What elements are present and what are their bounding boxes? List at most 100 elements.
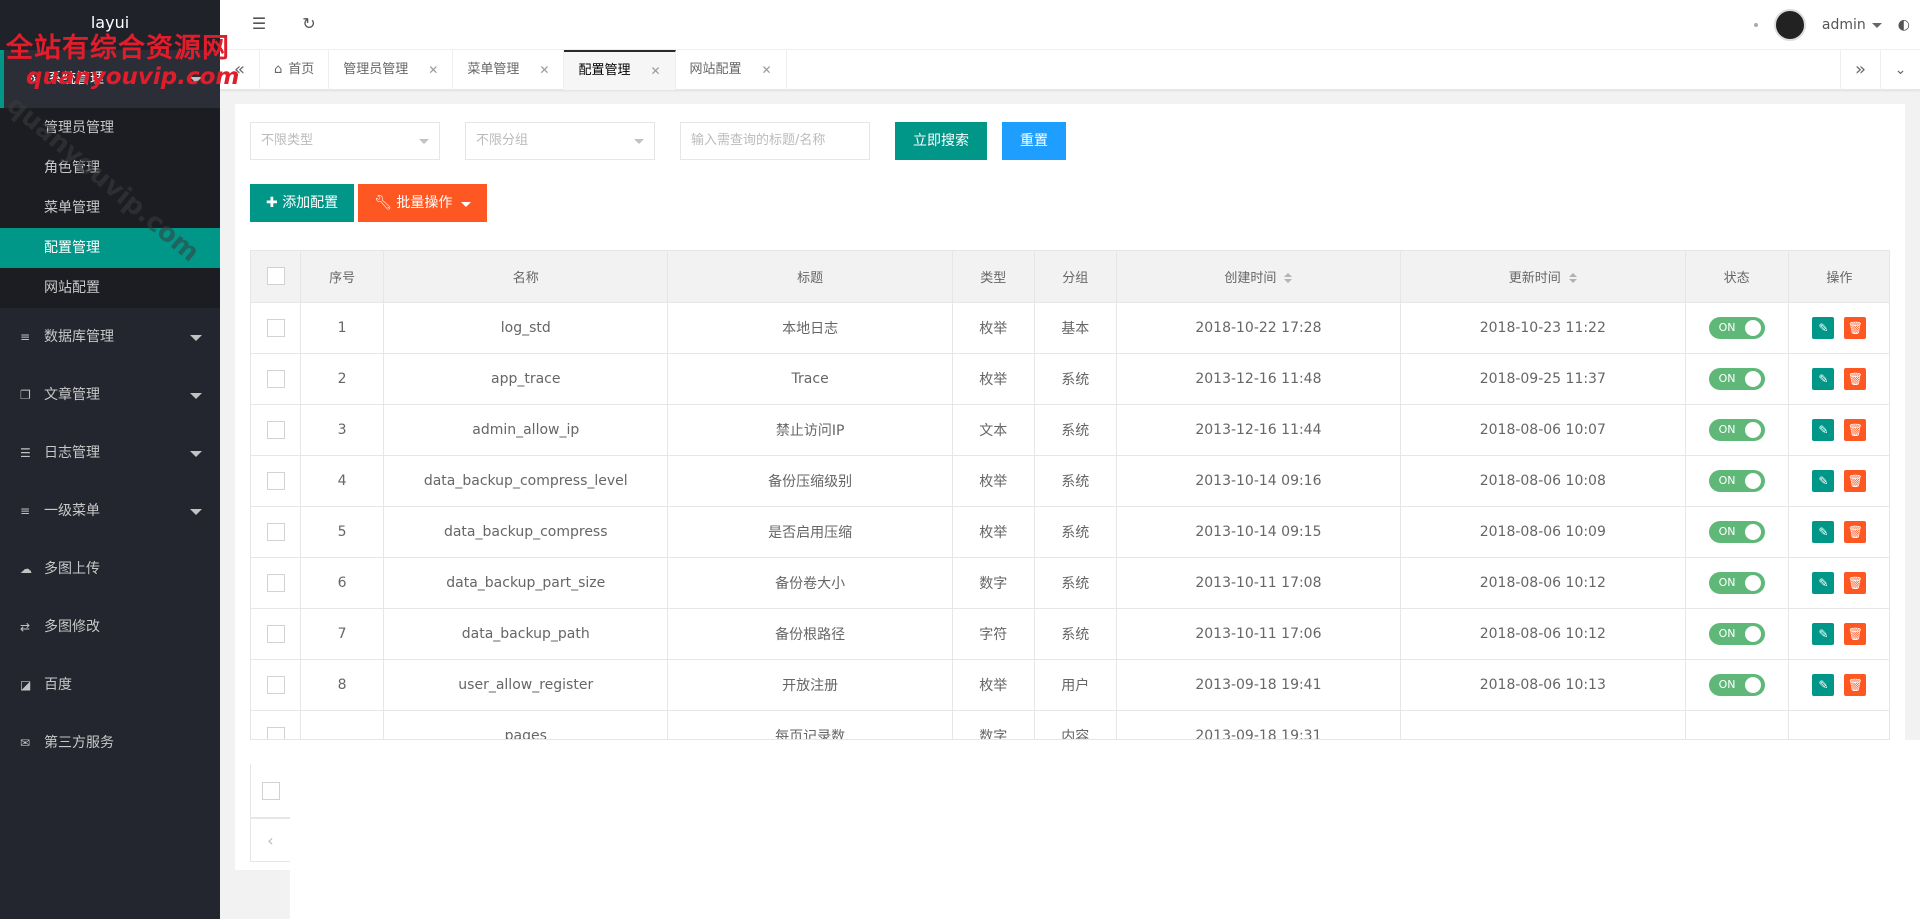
row-checkbox[interactable] — [251, 455, 302, 507]
search-button[interactable]: 立即搜索 — [895, 122, 987, 160]
edit-icon[interactable]: ✎ — [1812, 367, 1835, 390]
trash-icon[interactable]: 🗑︎ — [1844, 469, 1867, 492]
sidebar-item[interactable]: ⇄ 多图修改 — [0, 598, 220, 656]
checkbox[interactable] — [266, 624, 285, 643]
close-icon[interactable]: ✕ — [762, 50, 772, 90]
sidebar-item[interactable]: ✉ 第三方服务 — [0, 714, 220, 772]
toggle-knob — [1744, 421, 1761, 438]
trash-icon[interactable]: 🗑︎ — [1844, 673, 1867, 696]
sidebar-item[interactable]: ☁ 多图上传 — [0, 540, 220, 598]
sidebar-subitem[interactable]: 网站配置 — [0, 268, 220, 308]
trash-icon[interactable]: 🗑︎ — [1844, 622, 1867, 645]
plus-icon: ✚ — [266, 195, 283, 211]
sidebar-item-label: 多图上传 — [44, 561, 100, 577]
checkbox[interactable] — [266, 522, 285, 541]
tab-label: 菜单管理 — [467, 62, 520, 77]
tab-menu-chevron-icon[interactable]: ⌄ — [1880, 50, 1920, 90]
group-select[interactable]: 不限分组 — [465, 122, 655, 160]
row-checkbox[interactable] — [251, 506, 302, 558]
close-icon[interactable]: ✕ — [428, 50, 438, 90]
trash-icon[interactable]: 🗑︎ — [1844, 418, 1867, 441]
edit-icon[interactable]: ✎ — [1812, 571, 1835, 594]
checkbox[interactable] — [266, 726, 285, 739]
add-config-button[interactable]: ✚ 添加配置 — [250, 184, 355, 222]
edit-icon[interactable]: ✎ — [1812, 316, 1835, 339]
copy-icon: ❐ — [20, 388, 31, 402]
menu-toggle-icon[interactable]: ☰ — [248, 14, 270, 33]
tab-item[interactable]: 管理员管理 ✕ — [329, 50, 454, 90]
pager-prev-icon[interactable]: ‹ — [250, 818, 290, 862]
sidebar-item[interactable]: ≡ 一级菜单 — [0, 482, 220, 540]
tab-item[interactable]: 菜单管理 ✕ — [453, 50, 565, 90]
status-toggle[interactable]: ON — [1708, 622, 1765, 645]
edit-icon[interactable]: ✎ — [1812, 469, 1835, 492]
status-toggle[interactable]: ON — [1708, 673, 1765, 696]
cell-status: ON — [1685, 506, 1789, 558]
status-toggle[interactable]: ON — [1708, 367, 1765, 390]
row-checkbox[interactable] — [251, 353, 302, 405]
trash-icon[interactable]: 🗑︎ — [1844, 316, 1867, 339]
row-checkbox[interactable] — [251, 659, 302, 711]
checkbox[interactable] — [266, 471, 285, 490]
row-checkbox[interactable] — [251, 302, 302, 354]
sidebar-item[interactable]: ◪ 百度 — [0, 656, 220, 714]
row-checkbox[interactable] — [251, 404, 302, 456]
batch-operation-button[interactable]: 🔧︎ 批量操作 — [358, 184, 487, 222]
checkbox[interactable] — [266, 420, 285, 439]
cell-id: 8 — [300, 659, 385, 711]
cell-name: user_allow_register — [383, 659, 669, 711]
reset-button[interactable]: 重置 — [1002, 122, 1066, 160]
tab-item[interactable]: ⌂ 首页 — [260, 50, 330, 90]
close-icon[interactable]: ✕ — [650, 52, 660, 90]
notice-dot-icon[interactable] — [1753, 23, 1758, 27]
status-toggle[interactable]: ON — [1708, 571, 1765, 594]
cell-group: 系统 — [1034, 608, 1117, 660]
cell-type: 枚举 — [952, 506, 1035, 558]
theme-palette-icon[interactable]: ◐ — [1898, 17, 1910, 33]
status-toggle[interactable]: ON — [1708, 418, 1765, 441]
edit-icon[interactable]: ✎ — [1812, 418, 1835, 441]
edit-icon[interactable]: ✎ — [1812, 622, 1835, 645]
status-toggle[interactable]: ON — [1708, 316, 1765, 339]
edit-icon[interactable]: ✎ — [1812, 673, 1835, 696]
status-toggle[interactable]: ON — [1708, 520, 1765, 543]
avatar[interactable] — [1773, 9, 1806, 41]
tab-item[interactable]: 配置管理 ✕ — [564, 50, 676, 90]
user-menu[interactable]: admin — [1822, 17, 1882, 33]
row-checkbox[interactable] — [251, 710, 302, 739]
row-checkbox[interactable] — [251, 557, 302, 609]
tab-item[interactable]: 网站配置 ✕ — [676, 50, 787, 90]
sidebar-item[interactable]: ☰ 日志管理 — [0, 424, 220, 482]
add-config-label: 添加配置 — [282, 195, 339, 211]
table-row-checkbox-stub[interactable] — [250, 764, 290, 818]
tab-scroll-right-icon[interactable]: » — [1840, 50, 1880, 90]
cell-name: log_std — [383, 302, 669, 354]
cell-updated: 2018-08-06 10:13 — [1400, 659, 1686, 711]
trash-icon[interactable]: 🗑︎ — [1844, 520, 1867, 543]
sort-icon[interactable] — [1284, 273, 1293, 284]
status-toggle[interactable]: ON — [1708, 469, 1765, 492]
chevron-down-icon — [190, 393, 202, 399]
exchange-icon: ⇄ — [20, 620, 31, 634]
col-header-created[interactable]: 创建时间 — [1116, 251, 1402, 303]
col-header-title: 标题 — [667, 251, 953, 303]
select-all-checkbox[interactable] — [251, 251, 302, 303]
checkbox[interactable] — [266, 318, 285, 337]
cell-group: 系统 — [1034, 455, 1117, 507]
sidebar-item[interactable]: ≡ 数据库管理 — [0, 308, 220, 366]
trash-icon[interactable]: 🗑︎ — [1844, 571, 1867, 594]
row-checkbox[interactable] — [251, 608, 302, 660]
trash-icon[interactable]: 🗑︎ — [1844, 367, 1867, 390]
col-header-updated[interactable]: 更新时间 — [1400, 251, 1686, 303]
refresh-icon[interactable]: ↻ — [298, 14, 320, 33]
checkbox[interactable] — [266, 369, 285, 388]
type-select[interactable]: 不限类型 — [250, 122, 440, 160]
checkbox[interactable] — [266, 675, 285, 694]
close-icon[interactable]: ✕ — [539, 50, 549, 90]
keyword-input[interactable]: 输入需查询的标题/名称 — [680, 122, 870, 160]
checkbox[interactable] — [266, 573, 285, 592]
edit-icon[interactable]: ✎ — [1812, 520, 1835, 543]
cell-id: 6 — [300, 557, 385, 609]
sidebar-item[interactable]: ❐ 文章管理 — [0, 366, 220, 424]
sort-icon[interactable] — [1568, 273, 1577, 284]
